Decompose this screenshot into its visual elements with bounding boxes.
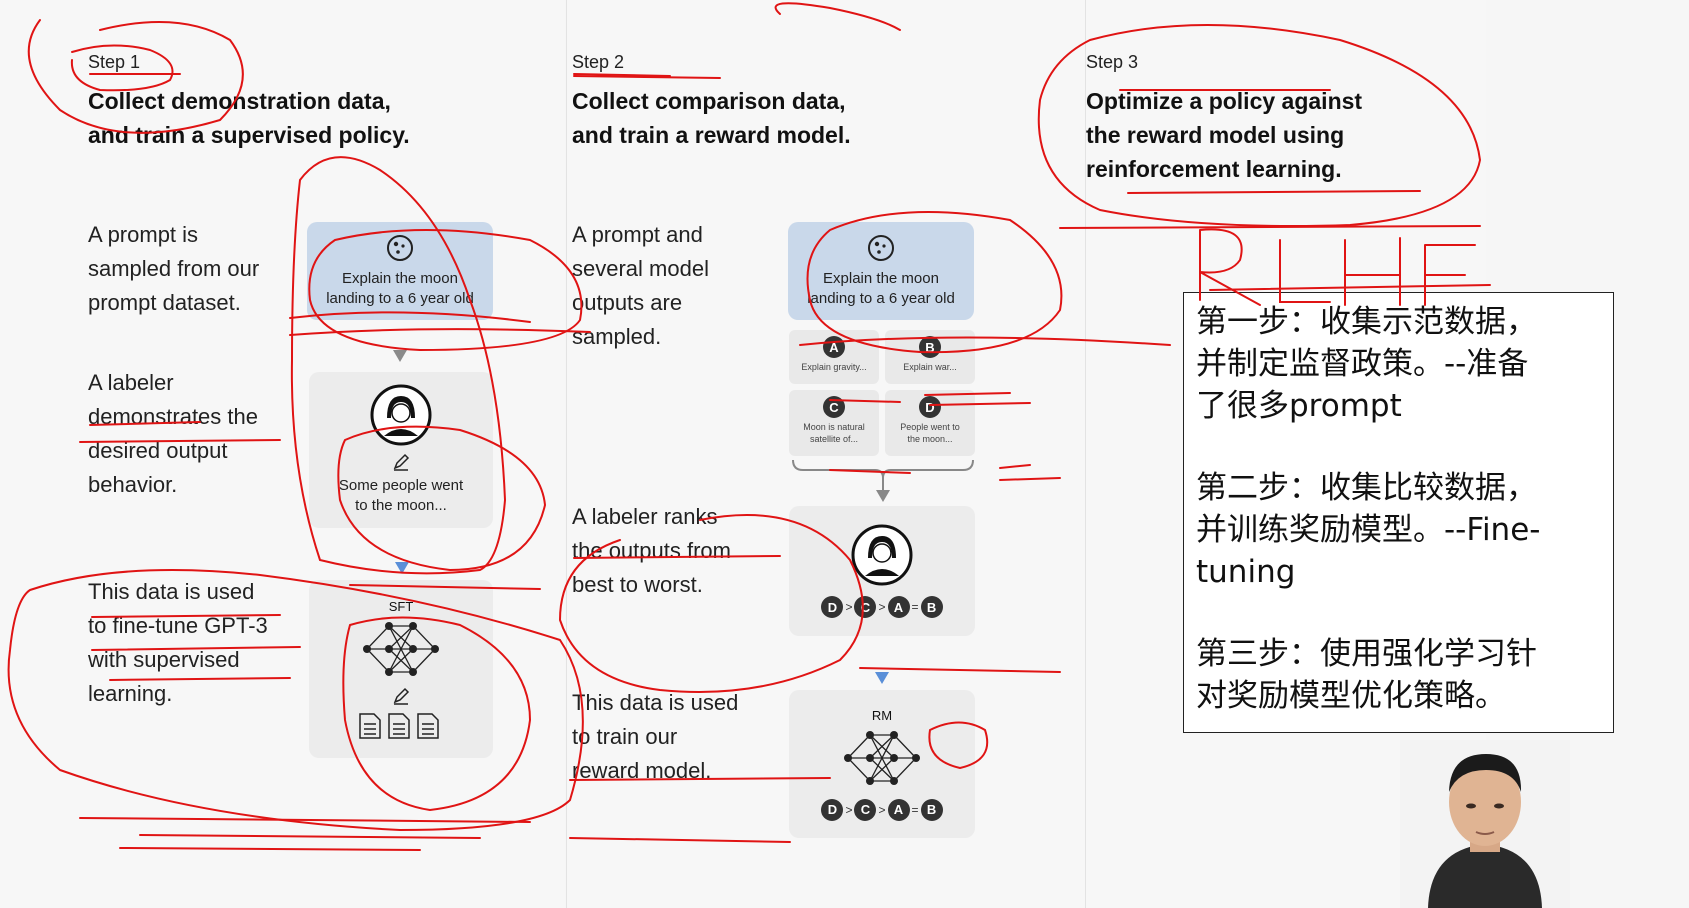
- note-line: 第一步：收集示范数据，: [1196, 304, 1537, 340]
- step1-labeler-card: Some people went to the moon...: [309, 372, 493, 528]
- note-line: 第二步：收集比较数据，: [1196, 470, 1537, 506]
- step1-arrow-2: [395, 562, 409, 574]
- step2-desc-prompt: A prompt and several model outputs are s…: [572, 222, 709, 349]
- presenter-webcam: [1400, 740, 1570, 908]
- step1-column: Step 1 Collect demonstration data, and t…: [0, 0, 565, 908]
- note-line: 了很多prompt: [1196, 388, 1402, 424]
- outputs-bracket: [792, 459, 974, 502]
- output-letter-b: B: [919, 336, 941, 358]
- rm-label: RM: [871, 707, 893, 723]
- step2-arrow-rm: [875, 672, 889, 684]
- documents-icon: [359, 712, 439, 739]
- step2-column: Step 2 Collect comparison data, and trai…: [566, 0, 1085, 908]
- step2-desc-reward: This data is used to train our reward mo…: [572, 690, 739, 783]
- labeler-avatar-icon: [370, 384, 432, 446]
- step1-desc-labeler: A labeler demonstrates the desired outpu…: [88, 370, 258, 497]
- neural-network-icon: [844, 730, 920, 785]
- pencil-icon: [393, 453, 410, 471]
- output-letter-a: A: [823, 336, 845, 358]
- note-line: tuning: [1196, 554, 1296, 590]
- pencil-icon: [393, 687, 410, 705]
- step1-desc-prompt: A prompt is sampled from our prompt data…: [88, 222, 260, 315]
- output-letter-d: D: [919, 396, 941, 418]
- step2-prompt-card: Explain the moon landing to a 6 year old: [788, 222, 974, 320]
- moon-icon: [868, 235, 894, 261]
- note-line: 对奖励模型优化策略。: [1196, 678, 1506, 714]
- step3-label: Step 3: [1086, 52, 1139, 72]
- rm-ranking-row: D > C > A = B: [821, 798, 943, 821]
- step2-rm-card: RM D > C > A = B: [789, 690, 975, 838]
- step1-title: Collect demonstration data, and train a …: [88, 88, 410, 148]
- step1-arrow-1: [393, 350, 407, 362]
- step2-ranking-card: D > C > A = B: [789, 506, 975, 636]
- labeler-avatar-icon: [851, 524, 913, 586]
- step2-label: Step 2: [572, 52, 625, 72]
- note-box: 第一步：收集示范数据， 并制定监督政策。--准备 了很多prompt 第二步：收…: [1183, 292, 1614, 733]
- step2-title: Collect comparison data, and train a rew…: [572, 88, 851, 148]
- step3-title: Optimize a policy against the reward mod…: [1086, 88, 1363, 182]
- output-card-b: B Explain war...: [885, 330, 975, 384]
- note-line: 并制定监督政策。--准备: [1196, 346, 1529, 382]
- sft-label: SFT: [388, 598, 414, 614]
- step1-sft-card: SFT: [309, 580, 493, 758]
- note-line: 并训练奖励模型。--Fine-: [1196, 512, 1541, 548]
- ranking-row: D > C > A = B: [821, 596, 943, 618]
- step2-desc-labeler: A labeler ranks the outputs from best to…: [572, 504, 731, 597]
- output-card-c: C Moon is natural satellite of...: [789, 390, 879, 456]
- output-card-d: D People went to the moon...: [885, 390, 975, 456]
- step1-prompt-card: Explain the moon landing to a 6 year old: [307, 222, 493, 320]
- moon-icon: [387, 235, 413, 261]
- output-letter-c: C: [823, 396, 845, 418]
- output-card-a: A Explain gravity...: [789, 330, 879, 384]
- note-line: 第三步：使用强化学习针: [1196, 636, 1537, 672]
- step1-desc-finetune: This data is used to fine-tune GPT-3 wit…: [88, 579, 268, 706]
- step1-label: Step 1: [88, 52, 141, 72]
- neural-network-icon: [363, 621, 439, 676]
